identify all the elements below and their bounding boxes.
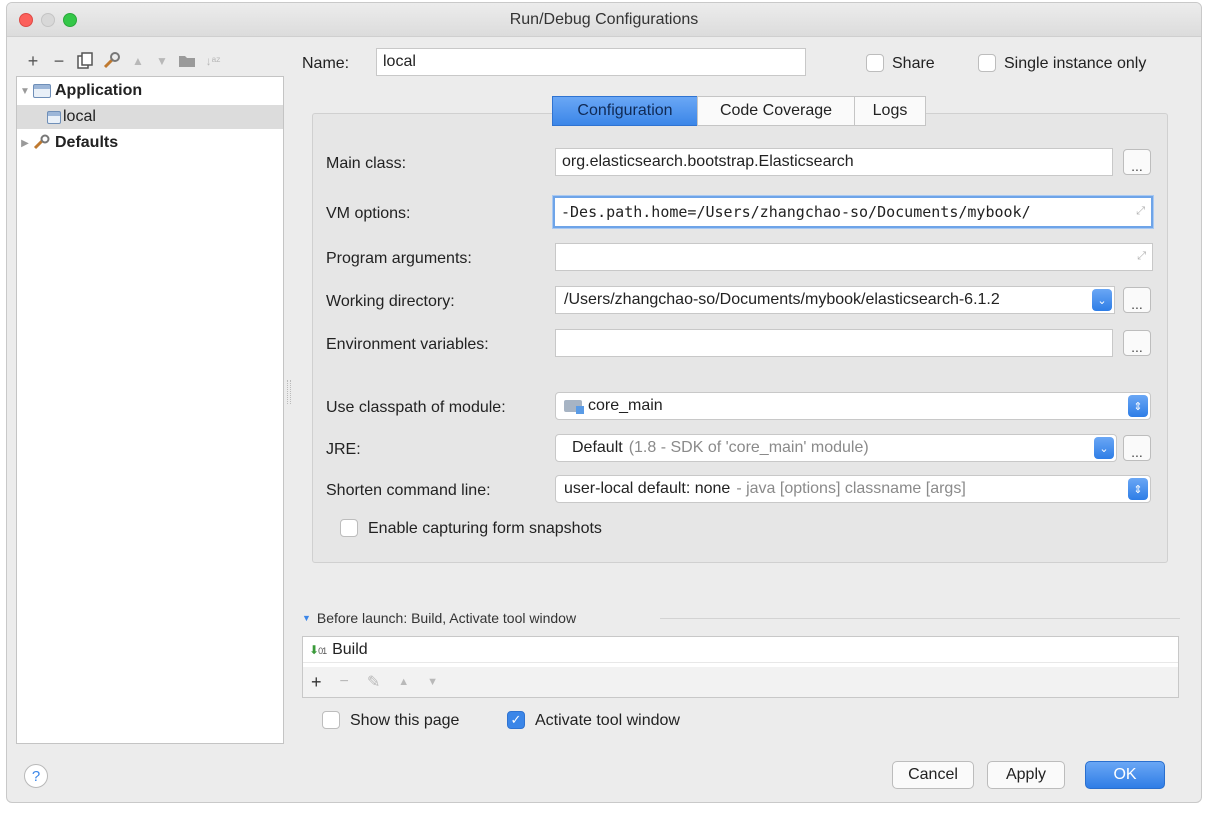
edit-environment-variables-button[interactable]: ...: [1123, 330, 1151, 356]
browse-working-directory-button[interactable]: ...: [1123, 287, 1151, 313]
tree-item-label: Application: [55, 82, 143, 99]
sort-icon[interactable]: ↓ᵃᶻ: [202, 48, 224, 74]
capture-snapshots-checkbox[interactable]: [340, 519, 358, 537]
help-button[interactable]: ?: [24, 764, 48, 788]
apply-button[interactable]: Apply: [987, 761, 1065, 789]
browse-main-class-button[interactable]: ...: [1123, 149, 1151, 175]
jre-select[interactable]: Default (1.8 - SDK of 'core_main' module…: [555, 434, 1117, 462]
program-arguments-label: Program arguments:: [326, 250, 472, 267]
classpath-module-select[interactable]: core_main ⇕: [555, 392, 1151, 420]
add-icon[interactable]: +: [22, 48, 44, 74]
environment-variables-field[interactable]: [555, 329, 1113, 357]
module-icon: [564, 400, 584, 414]
share-checkbox[interactable]: [866, 54, 884, 72]
program-arguments-field[interactable]: ⤢: [555, 243, 1153, 271]
activate-tool-window-label: Activate tool window: [535, 712, 680, 729]
tree-item-label: local: [63, 108, 96, 125]
move-down-icon[interactable]: ▼: [427, 676, 438, 688]
divider: [660, 618, 1180, 619]
single-instance-checkbox[interactable]: [978, 54, 996, 72]
main-class-field[interactable]: org.elasticsearch.bootstrap.Elasticsearc…: [555, 148, 1113, 176]
working-directory-field[interactable]: /Users/zhangchao-so/Documents/mybook/ela…: [555, 286, 1115, 314]
wrench-icon: [33, 134, 51, 153]
move-down-icon[interactable]: ▼: [152, 48, 172, 74]
jre-detail: (1.8 - SDK of 'core_main' module): [628, 439, 869, 456]
chevron-down-icon[interactable]: ⌄: [1092, 289, 1112, 311]
classpath-module-label: Use classpath of module:: [326, 399, 506, 416]
main-class-label: Main class:: [326, 155, 407, 172]
show-page-checkbox[interactable]: [322, 711, 340, 729]
before-launch-header[interactable]: ▼ Before launch: Build, Activate tool wi…: [302, 610, 576, 626]
shorten-command-line-value: user-local default: none: [564, 480, 731, 497]
tree-item-application[interactable]: ▼ Application: [17, 79, 283, 103]
chevron-updown-icon[interactable]: ⇕: [1128, 478, 1148, 500]
jre-value: Default: [572, 439, 623, 456]
edit-defaults-icon[interactable]: [100, 48, 124, 74]
cancel-button[interactable]: Cancel: [892, 761, 974, 789]
browse-jre-button[interactable]: ...: [1123, 435, 1151, 461]
expand-icon[interactable]: ⤢: [1136, 204, 1145, 218]
application-icon: [47, 110, 61, 124]
tab-configuration[interactable]: Configuration: [552, 96, 698, 126]
tab-logs[interactable]: Logs: [854, 96, 926, 126]
shorten-command-line-detail: - java [options] classname [args]: [736, 480, 966, 497]
tree-item-defaults[interactable]: ▶ Defaults: [17, 131, 283, 155]
name-field[interactable]: local: [376, 48, 806, 76]
vm-options-field[interactable]: -Des.path.home=/Users/zhangchao-so/Docum…: [553, 196, 1153, 228]
window-title: Run/Debug Configurations: [509, 11, 699, 28]
configuration-tree: ▼ Application local ▶ Defaults: [16, 76, 284, 744]
list-item[interactable]: ⬇01 Build: [303, 637, 1178, 663]
share-label: Share: [892, 55, 935, 72]
jre-label: JRE:: [326, 441, 361, 458]
tree-item-label: Defaults: [55, 134, 119, 151]
tree-item-local[interactable]: local: [17, 105, 283, 129]
environment-variables-label: Environment variables:: [326, 336, 489, 353]
shorten-command-line-label: Shorten command line:: [326, 482, 491, 499]
working-directory-label: Working directory:: [326, 293, 455, 310]
add-icon[interactable]: +: [311, 672, 322, 693]
capture-snapshots-label: Enable capturing form snapshots: [368, 520, 602, 537]
move-up-icon[interactable]: ▲: [398, 676, 409, 688]
chevron-updown-icon[interactable]: ⇕: [1128, 395, 1148, 417]
remove-icon[interactable]: −: [340, 673, 349, 691]
chevron-down-icon[interactable]: ▼: [17, 86, 33, 97]
classpath-module-value: core_main: [588, 397, 663, 414]
before-launch-list: ⬇01 Build + − ✎ ▲ ▼: [302, 636, 1179, 698]
copy-icon[interactable]: [74, 48, 96, 74]
chevron-down-icon[interactable]: ⌄: [1094, 437, 1114, 459]
title-bar: Run/Debug Configurations: [7, 3, 1201, 37]
shorten-command-line-select[interactable]: user-local default: none - java [options…: [555, 475, 1151, 503]
single-instance-label: Single instance only: [1004, 55, 1147, 72]
show-page-label: Show this page: [350, 712, 460, 729]
activate-tool-window-checkbox[interactable]: ✓: [507, 711, 525, 729]
before-launch-label: Before launch: Build, Activate tool wind…: [316, 610, 577, 626]
name-label: Name:: [302, 55, 350, 72]
ok-button[interactable]: OK: [1085, 761, 1165, 789]
move-up-icon[interactable]: ▲: [128, 48, 148, 74]
remove-icon[interactable]: −: [48, 48, 70, 74]
chevron-right-icon[interactable]: ▶: [17, 138, 33, 149]
tab-code-coverage[interactable]: Code Coverage: [697, 96, 855, 126]
working-directory-value: /Users/zhangchao-so/Documents/mybook/ela…: [564, 291, 1000, 308]
pencil-icon[interactable]: ✎: [367, 672, 380, 692]
chevron-down-icon: ▼: [302, 613, 311, 623]
application-icon: [33, 84, 51, 98]
vm-options-value: -Des.path.home=/Users/zhangchao-so/Docum…: [561, 203, 1031, 221]
task-label: Build: [332, 640, 368, 658]
folder-icon[interactable]: [176, 48, 198, 74]
build-icon: ⬇01: [309, 642, 327, 657]
vm-options-label: VM options:: [326, 205, 411, 222]
before-launch-toolbar: + − ✎ ▲ ▼: [303, 667, 1178, 697]
expand-icon[interactable]: ⤢: [1137, 250, 1146, 263]
splitter-handle[interactable]: [287, 380, 291, 404]
